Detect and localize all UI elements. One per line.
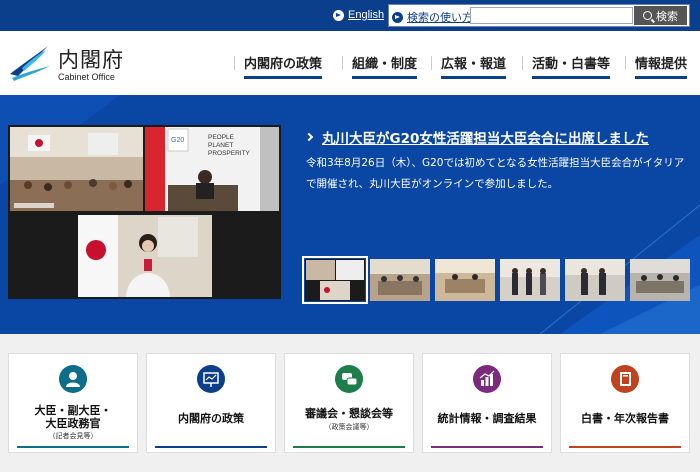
search-box: 検索の使い方 検索 [388, 4, 690, 27]
hero-carousel: G20 PEOPLE PLANET PROSPERITY 丸川大臣がG20女性活… [0, 95, 700, 334]
card-ministers[interactable]: 大臣・副大臣・ 大臣政務官 （記者会見等） [8, 353, 138, 453]
hero-main-image[interactable]: G20 PEOPLE PLANET PROSPERITY [8, 125, 281, 299]
chat-icon [335, 365, 363, 393]
logo-text-en: Cabinet Office [58, 72, 115, 82]
cabinet-office-logo[interactable]: 内閣府 Cabinet Office [8, 44, 158, 84]
card-sub-label: （記者会見等） [48, 432, 98, 440]
card-label-line-1: 大臣・副大臣・ [34, 404, 112, 417]
card-underline [155, 446, 267, 448]
site-header: 内閣府 Cabinet Office 内閣府の政策 組織・制度 広報・報道 活動… [0, 31, 700, 95]
nav-organization[interactable]: 組織・制度 [341, 53, 418, 79]
card-statistics[interactable]: 統計情報・調査結果 [422, 353, 552, 453]
card-underline [293, 446, 405, 448]
english-link-label: English [348, 9, 385, 21]
carousel-thumb-3[interactable] [435, 259, 495, 301]
search-howto-label: 検索の使い方 [407, 11, 473, 24]
book-icon [611, 365, 639, 393]
video-conference-image: G20 PEOPLE PLANET PROSPERITY [8, 125, 281, 299]
logo-mark-icon [10, 46, 50, 81]
carousel-thumbnails [302, 256, 690, 304]
carousel-thumb-4[interactable] [500, 259, 560, 301]
nav-activities[interactable]: 活動・白書等 [521, 53, 611, 79]
card-policies[interactable]: 内閣府の政策 [146, 353, 276, 453]
slide-text-people: PEOPLE [208, 134, 235, 141]
presentation-icon [197, 365, 225, 393]
hero-headline: 丸川大臣がG20女性活躍担当大臣会合に出席しました [322, 131, 649, 147]
logo-text-ja: 内閣府 [58, 48, 124, 72]
nav-policy[interactable]: 内閣府の政策 [233, 53, 323, 79]
carousel-thumb-2[interactable] [370, 259, 430, 301]
carousel-thumb-6[interactable] [630, 259, 690, 301]
hero-description: 令和3年8月26日（木）、G20では初めてとなる女性活躍担当大臣会合がイタリアで… [306, 157, 685, 190]
english-link[interactable]: English [333, 9, 384, 21]
hero-headline-link[interactable]: 丸川大臣がG20女性活躍担当大臣会合に出席しました [304, 127, 649, 147]
quick-links: 大臣・副大臣・ 大臣政務官 （記者会見等） 内閣府の政策 審議会・懇談会等 （政… [0, 334, 700, 472]
slide-text-planet: PLANET [208, 142, 233, 149]
card-underline [569, 446, 681, 448]
search-button[interactable]: 検索 [634, 6, 687, 25]
g20-logo-text: G20 [171, 137, 184, 144]
card-underline [431, 446, 543, 448]
search-input[interactable] [470, 7, 633, 24]
arrow-circle-icon [392, 11, 403, 23]
card-label: 白書・年次報告書 [581, 412, 669, 425]
bar-chart-icon [473, 365, 501, 393]
card-label: 統計情報・調査結果 [437, 412, 537, 425]
chevron-right-icon [304, 132, 314, 142]
card-white-papers[interactable]: 白書・年次報告書 [560, 353, 690, 453]
person-icon [59, 365, 87, 393]
nav-pr[interactable]: 広報・報道 [430, 53, 507, 79]
card-sub-label: （政策会議等） [324, 423, 374, 431]
card-councils[interactable]: 審議会・懇談会等 （政策会議等） [284, 353, 414, 453]
slide-text-prosperity: PROSPERITY [208, 150, 251, 157]
arrow-circle-icon [333, 9, 344, 21]
search-howto-link[interactable]: 検索の使い方 [392, 9, 473, 25]
card-label: 内閣府の政策 [178, 412, 244, 425]
card-label-line-2: 大臣政務官 [45, 417, 101, 430]
carousel-thumb-1[interactable] [302, 256, 368, 304]
carousel-thumb-5[interactable] [565, 259, 625, 301]
search-button-label: 検索 [656, 10, 678, 23]
card-label: 審議会・懇談会等 [305, 407, 393, 420]
search-icon [643, 11, 652, 20]
card-underline [17, 446, 129, 448]
nav-info[interactable]: 情報提供 [624, 53, 688, 79]
top-bar: English 検索の使い方 検索 [0, 0, 700, 31]
